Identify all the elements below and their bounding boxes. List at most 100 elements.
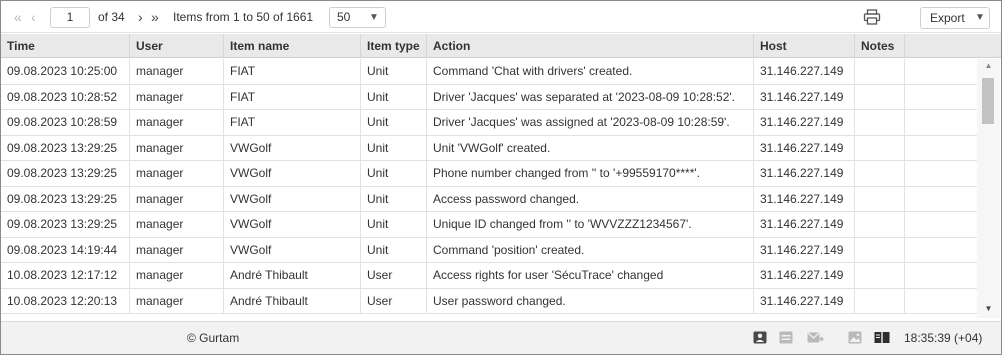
export-button[interactable]: Export ▼ bbox=[920, 7, 990, 29]
next-page-button[interactable]: › bbox=[138, 1, 143, 33]
cell-action: Access rights for user 'SécuTrace' chang… bbox=[427, 263, 754, 288]
printer-icon[interactable] bbox=[863, 9, 881, 25]
cell-action: Unit 'VWGolf' created. bbox=[427, 135, 754, 161]
cell-notes[interactable] bbox=[855, 237, 905, 263]
scroll-up-arrow-icon[interactable]: ▲ bbox=[977, 61, 1000, 70]
cell-notes[interactable] bbox=[855, 110, 905, 135]
cell-action: Phone number changed from '' to '+995591… bbox=[427, 161, 754, 186]
server-time: 18:35:39 (+04) bbox=[904, 331, 983, 345]
page-number-input[interactable]: 1 bbox=[50, 7, 90, 28]
table-row[interactable]: 09.08.2023 13:29:25 manager VWGolf Unit … bbox=[1, 135, 977, 161]
cell-action: Command 'Chat with drivers' created. bbox=[427, 59, 754, 84]
column-header-item-type[interactable]: Item type bbox=[361, 34, 427, 58]
scrollbar-thumb[interactable] bbox=[982, 78, 994, 124]
cell-time: 09.08.2023 10:28:59 bbox=[1, 110, 130, 135]
cell-host: 31.146.227.149 bbox=[754, 288, 855, 314]
image-icon[interactable] bbox=[848, 331, 862, 344]
cell-item-type: Unit bbox=[361, 110, 427, 135]
cell-user: manager bbox=[130, 212, 224, 237]
total-pages-label: of 34 bbox=[98, 10, 125, 24]
cell-host: 31.146.227.149 bbox=[754, 59, 855, 84]
cell-item-name: FIAT bbox=[224, 59, 361, 84]
cell-time: 09.08.2023 10:28:52 bbox=[1, 84, 130, 110]
cell-item-type: Unit bbox=[361, 186, 427, 212]
column-header-time[interactable]: Time bbox=[1, 34, 130, 58]
cell-user: manager bbox=[130, 288, 224, 314]
cell-notes[interactable] bbox=[855, 288, 905, 314]
cell-host: 31.146.227.149 bbox=[754, 212, 855, 237]
cell-user: manager bbox=[130, 186, 224, 212]
cell-host: 31.146.227.149 bbox=[754, 237, 855, 263]
cell-item-name: André Thibault bbox=[224, 263, 361, 288]
cell-item-name: VWGolf bbox=[224, 135, 361, 161]
cell-item-type: Unit bbox=[361, 135, 427, 161]
cell-item-type: Unit bbox=[361, 59, 427, 84]
table-header: Time User Item name Item type Action Hos… bbox=[1, 34, 1001, 58]
column-header-user[interactable]: User bbox=[130, 34, 224, 58]
cell-host: 31.146.227.149 bbox=[754, 263, 855, 288]
column-header-notes[interactable]: Notes bbox=[855, 34, 905, 58]
cell-item-name: VWGolf bbox=[224, 186, 361, 212]
cell-user: manager bbox=[130, 110, 224, 135]
mail-icon[interactable] bbox=[807, 331, 824, 344]
cell-action: Unique ID changed from '' to 'WVVZZZ1234… bbox=[427, 212, 754, 237]
cell-host: 31.146.227.149 bbox=[754, 84, 855, 110]
table-row[interactable]: 09.08.2023 10:28:59 manager FIAT Unit Dr… bbox=[1, 110, 977, 136]
cell-item-name: FIAT bbox=[224, 84, 361, 110]
cell-time: 09.08.2023 13:29:25 bbox=[1, 212, 130, 237]
cell-notes[interactable] bbox=[855, 186, 905, 212]
table-row[interactable]: 09.08.2023 13:29:25 manager VWGolf Unit … bbox=[1, 161, 977, 187]
cell-item-name: André Thibault bbox=[224, 288, 361, 314]
table-row[interactable]: 10.08.2023 12:17:12 manager André Thibau… bbox=[1, 263, 977, 289]
cell-item-name: VWGolf bbox=[224, 161, 361, 186]
last-page-button[interactable]: » bbox=[151, 1, 159, 33]
cell-notes[interactable] bbox=[855, 59, 905, 84]
export-label: Export bbox=[930, 11, 965, 25]
cell-item-type: Unit bbox=[361, 84, 427, 110]
notification-window-icon[interactable] bbox=[779, 331, 793, 344]
vertical-scrollbar[interactable]: ▲ ▼ bbox=[977, 59, 1000, 318]
column-header-item-name[interactable]: Item name bbox=[224, 34, 361, 58]
table-row[interactable]: 09.08.2023 10:28:52 manager FIAT Unit Dr… bbox=[1, 84, 977, 110]
cell-item-type: Unit bbox=[361, 212, 427, 237]
cell-action: Access password changed. bbox=[427, 186, 754, 212]
contact-card-icon[interactable] bbox=[753, 331, 767, 344]
cell-host: 31.146.227.149 bbox=[754, 186, 855, 212]
column-header-host[interactable]: Host bbox=[754, 34, 855, 58]
table-body: 09.08.2023 10:25:00 manager FIAT Unit Co… bbox=[1, 59, 977, 318]
cell-host: 31.146.227.149 bbox=[754, 110, 855, 135]
cell-time: 10.08.2023 12:17:12 bbox=[1, 263, 130, 288]
cell-user: manager bbox=[130, 263, 224, 288]
cell-notes[interactable] bbox=[855, 84, 905, 110]
cell-notes[interactable] bbox=[855, 161, 905, 186]
cell-action: Driver 'Jacques' was separated at '2023-… bbox=[427, 84, 754, 110]
cell-notes[interactable] bbox=[855, 212, 905, 237]
prev-page-button[interactable]: ‹ bbox=[31, 1, 36, 33]
table-row[interactable]: 09.08.2023 13:29:25 manager VWGolf Unit … bbox=[1, 186, 977, 212]
cell-user: manager bbox=[130, 135, 224, 161]
column-header-action[interactable]: Action bbox=[427, 34, 754, 58]
cell-user: manager bbox=[130, 237, 224, 263]
scroll-down-arrow-icon[interactable]: ▼ bbox=[977, 304, 1000, 313]
cell-notes[interactable] bbox=[855, 263, 905, 288]
cell-item-type: Unit bbox=[361, 161, 427, 186]
table-row[interactable]: 09.08.2023 14:19:44 manager VWGolf Unit … bbox=[1, 237, 977, 263]
book-icon[interactable] bbox=[874, 331, 890, 344]
cell-item-type: User bbox=[361, 263, 427, 288]
chevron-down-icon: ▼ bbox=[975, 12, 985, 23]
cell-time: 09.08.2023 10:25:00 bbox=[1, 59, 130, 84]
status-bar: © Gurtam 18:35:39 (+04) bbox=[1, 321, 1001, 354]
cell-host: 31.146.227.149 bbox=[754, 161, 855, 186]
cell-notes[interactable] bbox=[855, 135, 905, 161]
items-per-page-select[interactable]: 50 ▼ bbox=[329, 7, 386, 28]
table-row[interactable]: 09.08.2023 10:25:00 manager FIAT Unit Co… bbox=[1, 59, 977, 85]
cell-item-name: VWGolf bbox=[224, 212, 361, 237]
copyright-text: © Gurtam bbox=[187, 331, 240, 345]
cell-item-type: User bbox=[361, 288, 427, 314]
table-row[interactable]: 09.08.2023 13:29:25 manager VWGolf Unit … bbox=[1, 212, 977, 238]
cell-user: manager bbox=[130, 59, 224, 84]
cell-user: manager bbox=[130, 161, 224, 186]
table-row[interactable]: 10.08.2023 12:20:13 manager André Thibau… bbox=[1, 288, 977, 314]
first-page-button[interactable]: « bbox=[14, 1, 22, 33]
items-per-page-value: 50 bbox=[337, 10, 351, 24]
